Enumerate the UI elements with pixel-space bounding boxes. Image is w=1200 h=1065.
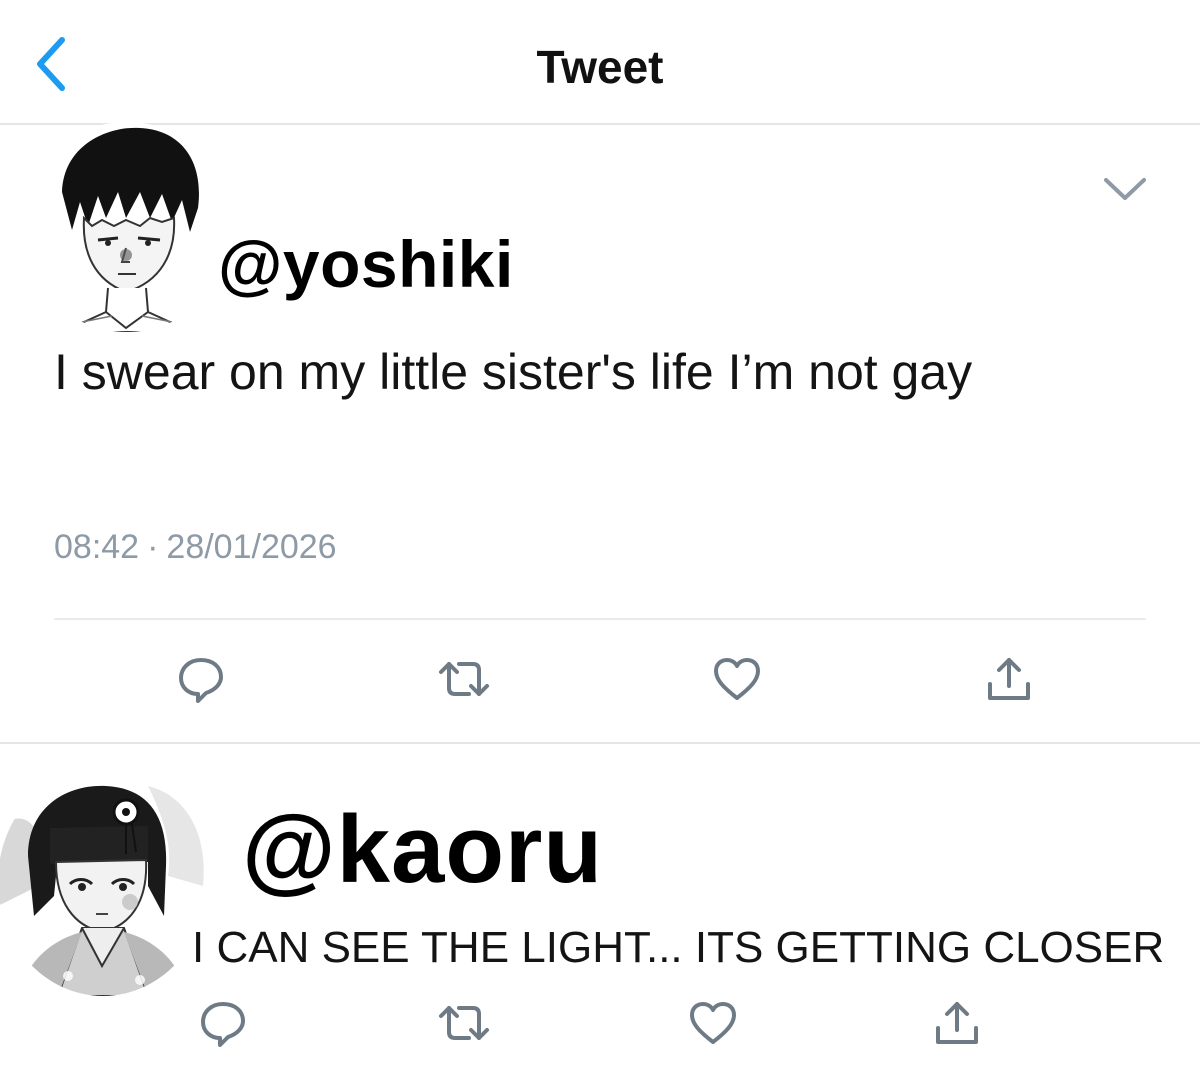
page-title: Tweet bbox=[536, 41, 664, 93]
share-icon bbox=[988, 658, 1030, 700]
heart-icon bbox=[690, 1002, 736, 1044]
header-divider bbox=[0, 123, 1200, 125]
like-button[interactable] bbox=[686, 996, 740, 1050]
manga-boy-avatar-icon bbox=[22, 122, 232, 332]
tweet-author-handle[interactable]: @yoshiki bbox=[218, 226, 514, 302]
retweet-icon bbox=[439, 662, 489, 696]
retweet-icon bbox=[439, 1006, 489, 1040]
reply-icon bbox=[201, 1002, 245, 1047]
tweet-divider bbox=[0, 742, 1200, 744]
tweet-text: I CAN SEE THE LIGHT... ITS GETTING CLOSE… bbox=[192, 923, 1165, 972]
tweet-time: 08:42 bbox=[54, 528, 140, 566]
share-button[interactable] bbox=[982, 652, 1036, 706]
stats-divider bbox=[54, 618, 1146, 620]
avatar-yoshiki[interactable] bbox=[22, 122, 232, 332]
heart-icon bbox=[714, 658, 760, 700]
tweet-date: 28/01/2026 bbox=[166, 528, 337, 566]
share-icon bbox=[936, 1002, 978, 1044]
reply-button[interactable] bbox=[174, 652, 228, 706]
tweet-timestamp: 08:42 · 28/01/2026 bbox=[54, 528, 337, 567]
share-button[interactable] bbox=[930, 996, 984, 1050]
retweet-button[interactable] bbox=[437, 652, 491, 706]
tweet-actions bbox=[0, 996, 1200, 1056]
tweet-text: I swear on my little sister's life I’m n… bbox=[54, 344, 973, 400]
avatar-kaoru[interactable] bbox=[0, 766, 208, 996]
chevron-down-icon bbox=[1104, 178, 1146, 200]
manga-girl-avatar-icon bbox=[0, 766, 208, 996]
more-options-button[interactable] bbox=[1100, 172, 1150, 206]
top-bar: Tweet bbox=[0, 0, 1200, 124]
retweet-button[interactable] bbox=[437, 996, 491, 1050]
like-button[interactable] bbox=[710, 652, 764, 706]
reply-button[interactable] bbox=[196, 996, 250, 1050]
tweet-actions bbox=[0, 652, 1200, 712]
tweet-author-handle[interactable]: @kaoru bbox=[242, 795, 603, 905]
reply-icon bbox=[179, 658, 223, 703]
separator-dot: · bbox=[147, 528, 159, 566]
